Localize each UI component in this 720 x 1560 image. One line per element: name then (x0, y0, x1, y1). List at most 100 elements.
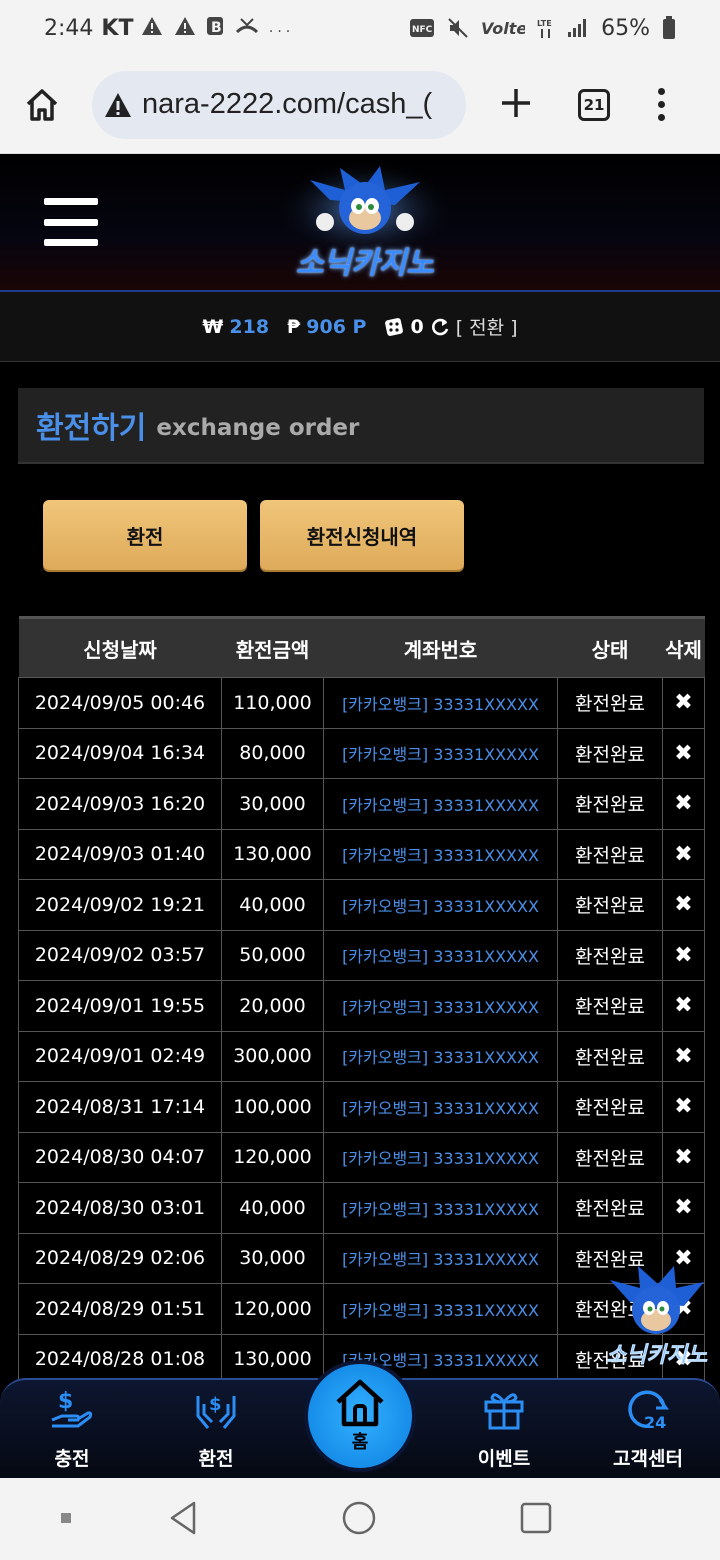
cell-date: 2024/08/28 01:08 (18, 1333, 222, 1385)
cell-status: 환전완료 (557, 929, 663, 981)
exchange-history-button[interactable]: 환전신청내역 (260, 500, 464, 570)
cell-date: 2024/09/04 16:34 (18, 727, 222, 779)
cell-account: [카카오뱅크] 33331XXXXX (323, 677, 558, 729)
point-balance-value: 906 P (306, 315, 367, 338)
delete-icon[interactable]: ✖ (662, 929, 705, 981)
delete-icon[interactable]: ✖ (662, 727, 705, 779)
cell-date: 2024/08/29 01:51 (18, 1283, 222, 1335)
square-dot-icon (61, 1513, 71, 1523)
table-header-row: 신청날짜 환전금액 계좌번호 상태 삭제 (18, 617, 705, 678)
exchange-button[interactable]: 환전 (43, 500, 247, 570)
status-left: 2:44 KT B ··· (44, 16, 294, 41)
cell-date: 2024/09/01 19:55 (18, 980, 222, 1032)
cell-date: 2024/09/01 02:49 (18, 1030, 222, 1082)
cell-amount: 50,000 (221, 929, 324, 981)
delete-icon[interactable]: ✖ (662, 778, 705, 830)
delete-icon[interactable]: ✖ (662, 1081, 705, 1133)
floating-mascot-button[interactable]: 소닉카지노 (600, 1262, 712, 1372)
not-secure-warning-icon (105, 92, 131, 117)
point-icon: ₱ (287, 315, 301, 338)
nav-event[interactable]: 이벤트 (444, 1384, 564, 1471)
charge-icon: $ (46, 1384, 98, 1436)
svg-text:24: 24 (644, 1413, 666, 1432)
cell-status: 환전완료 (557, 677, 663, 729)
header-amount: 환전금액 (235, 637, 310, 662)
back-icon[interactable] (168, 1500, 198, 1536)
cell-account: [카카오뱅크] 33331XXXXX (323, 1081, 558, 1133)
nav-exchange[interactable]: $ 환전 (156, 1384, 276, 1471)
delete-icon[interactable]: ✖ (662, 1182, 705, 1234)
home-circle-icon[interactable] (342, 1501, 376, 1535)
cell-account: [카카오뱅크] 33331XXXXX (323, 1182, 558, 1234)
point-balance: ₱ 906 P (287, 316, 366, 338)
cell-date: 2024/08/30 03:01 (18, 1182, 222, 1234)
warning-icon (174, 16, 195, 35)
cell-amount: 80,000 (221, 727, 324, 779)
nav-support[interactable]: 24 고객센터 (588, 1384, 708, 1471)
nav-event-label: 이벤트 (477, 1448, 531, 1470)
cell-account: [카카오뱅크] 33331XXXXX (323, 778, 558, 830)
header-date: 신청날짜 (83, 637, 157, 662)
cell-amount: 130,000 (221, 1333, 324, 1385)
svg-text:Volte: Volte (481, 19, 525, 38)
delete-icon[interactable]: ✖ (662, 980, 705, 1032)
table-row: 2024/08/30 03:01 40,000 [카카오뱅크] 33331XXXXX… (18, 1182, 705, 1234)
cell-amount: 110,000 (221, 677, 324, 729)
cell-status: 환전완료 (557, 727, 663, 779)
cell-date: 2024/08/29 02:06 (18, 1232, 222, 1284)
delete-icon[interactable]: ✖ (662, 1030, 705, 1082)
table-row: 2024/09/03 01:40 130,000 [카카오뱅크] 33331XXXX… (18, 828, 705, 880)
cell-account: [카카오뱅크] 33331XXXXX (323, 1131, 558, 1183)
delete-icon[interactable]: ✖ (662, 677, 705, 729)
cell-amount: 100,000 (221, 1081, 324, 1133)
nav-home[interactable]: 홈 (304, 1360, 416, 1472)
url-text: nara-2222.com/cash_( (142, 88, 433, 120)
sonic-mascot-icon: 소닉카지노 (606, 1266, 708, 1368)
table-row: 2024/09/04 16:34 80,000 [카카오뱅크] 33331XXXXX… (18, 727, 705, 779)
gift-icon (478, 1384, 530, 1436)
status-right: NFC Volte LTE 65% (409, 16, 676, 41)
new-tab-button[interactable] (496, 85, 536, 125)
nav-charge[interactable]: $ 충전 (12, 1384, 132, 1471)
site-header: 소닉카지노 (0, 154, 720, 292)
hamburger-menu-icon[interactable] (44, 198, 98, 246)
delete-icon[interactable]: ✖ (662, 879, 705, 931)
cell-amount: 30,000 (221, 778, 324, 830)
plus-icon (502, 88, 530, 117)
cell-amount: 40,000 (221, 879, 324, 931)
mascot-logo-text: 소닉카지노 (606, 1343, 708, 1368)
battery-percent: 65% (601, 15, 650, 41)
browser-menu-button[interactable] (658, 88, 665, 121)
cell-date: 2024/09/03 01:40 (18, 828, 222, 880)
page-title: 환전하기 (36, 411, 147, 446)
home-icon (336, 1379, 384, 1427)
table-row: 2024/08/30 04:07 120,000 [카카오뱅크] 33331XXXX… (18, 1131, 705, 1183)
won-icon: ₩ (202, 315, 224, 338)
balance-bar: ₩ 218 ₱ 906 P 0 [ 전환 ] (0, 292, 720, 362)
cell-amount: 40,000 (221, 1182, 324, 1234)
delete-icon[interactable]: ✖ (662, 1131, 705, 1183)
tab-count: 21 (583, 95, 605, 114)
header-account: 계좌번호 (403, 637, 478, 662)
header-delete: 삭제 (665, 637, 702, 662)
lte-icon: LTE (537, 19, 552, 38)
cell-status: 환전완료 (557, 1182, 663, 1234)
recents-icon[interactable] (520, 1502, 552, 1534)
browser-home-button[interactable] (18, 81, 66, 129)
nav-support-label: 고객센터 (613, 1448, 683, 1470)
mute-icon (448, 18, 468, 38)
cell-date: 2024/09/02 03:57 (18, 929, 222, 981)
tab-switcher-button[interactable]: 21 (578, 88, 610, 121)
status-carrier: KT (101, 15, 134, 41)
delete-icon[interactable]: ✖ (662, 828, 705, 880)
convert-link[interactable]: [ 전환 ] (456, 313, 518, 340)
browser-toolbar: nara-2222.com/cash_( 21 (0, 56, 720, 154)
chip-balance-value: 0 (410, 315, 424, 338)
cell-date: 2024/09/02 19:21 (18, 879, 222, 931)
table-row: 2024/08/31 17:14 100,000 [카카오뱅크] 33331XXXX… (18, 1081, 705, 1133)
site-logo[interactable]: 소닉카지노 (270, 160, 460, 288)
url-bar[interactable]: nara-2222.com/cash_( (92, 70, 466, 139)
svg-text:B: B (211, 20, 224, 36)
refresh-icon (431, 318, 448, 335)
more-icon: ··· (268, 23, 295, 40)
